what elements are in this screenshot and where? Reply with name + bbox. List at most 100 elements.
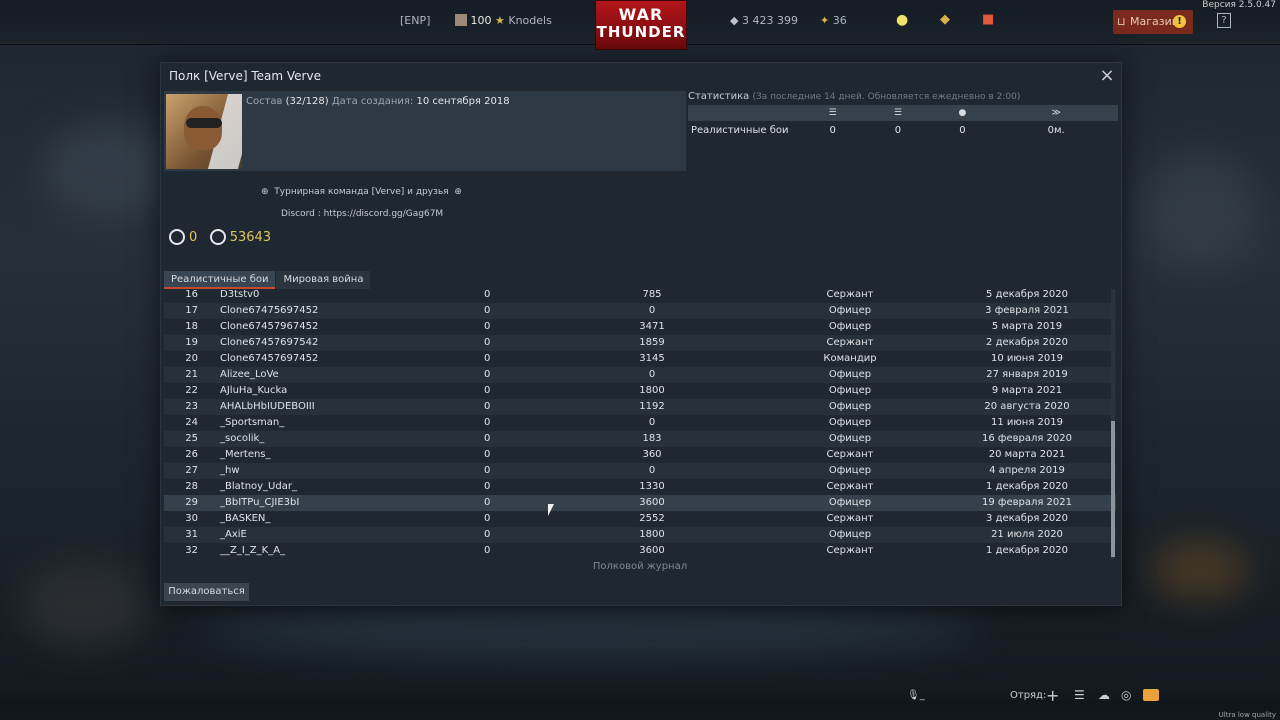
member-points: 0 xyxy=(648,465,656,476)
member-points: 183 xyxy=(642,433,662,444)
table-row[interactable]: 30 _BASKEN_ 0 2552 Сержант 3 декабря 2020 xyxy=(164,511,1116,527)
top-bar: [ENP] 100 ★ Knodels WAR THUNDER ◆ 3 423 … xyxy=(0,0,1280,50)
member-rank: Сержант xyxy=(826,545,874,556)
member-number: 22 xyxy=(185,385,198,396)
alert-icon: ! xyxy=(1173,15,1186,28)
gold-balance[interactable]: ✦ 36 xyxy=(820,14,847,27)
squad-label: Отряд: xyxy=(1010,690,1047,701)
member-list[interactable]: 16 D3tstv0 0 785 Сержант 5 декабря 2020 17 Clon… xyxy=(164,287,1116,559)
table-row[interactable]: 17 Clone67475697452 0 0 Офицер 3 февраля 2021 xyxy=(164,303,1116,319)
member-points: 785 xyxy=(642,289,662,300)
close-button[interactable]: × xyxy=(1099,67,1115,85)
member-number: 26 xyxy=(185,449,198,460)
members-value: (32/128) xyxy=(285,96,329,107)
member-rank: Офицер xyxy=(828,417,872,428)
voice-chat[interactable]: 🎙_ xyxy=(907,690,925,701)
mode-tabs: Реалистичные бои Мировая война xyxy=(164,267,371,289)
member-name: Alizee_LoVe xyxy=(220,369,279,380)
table-row[interactable]: 18 Clone67457967452 0 3471 Офицер 5 марта 201… xyxy=(164,319,1116,335)
member-rank: Офицер xyxy=(828,305,872,316)
member-join-date: 20 марта 2021 xyxy=(988,449,1066,460)
coupon-icon[interactable]: ■ xyxy=(982,12,994,27)
table-row[interactable]: 26 _Mertens_ 0 360 Сержант 20 марта 2021 xyxy=(164,447,1116,463)
dialog-title: Полк [Verve] Team Verve xyxy=(169,69,321,83)
table-row[interactable]: 19 Clone67457697542 0 1859 Сержант 2 декабря … xyxy=(164,335,1116,351)
description-line1: ⊕ Турнирная команда [Verve] и друзья ⊕ xyxy=(261,187,462,197)
table-row[interactable]: 21 Alizee_LoVe 0 0 Офицер 27 января 2019 xyxy=(164,367,1116,383)
activity-icon xyxy=(209,229,226,245)
mic-label: _ xyxy=(919,690,925,701)
help-button[interactable]: ? xyxy=(1217,13,1231,28)
member-join-date: 5 декабря 2020 xyxy=(986,289,1068,300)
member-number: 16 xyxy=(185,289,198,300)
chat-icon[interactable]: ◎ xyxy=(1121,688,1131,702)
avatar-icon xyxy=(455,14,467,26)
star-icon: ★ xyxy=(495,14,505,27)
statistics-table: ☰ ☰ ● ≫ Реалистичные бои 0 0 0 0м. xyxy=(688,105,1118,139)
member-rank: Сержант xyxy=(826,449,874,460)
table-row[interactable]: 20 Clone67457697452 0 3145 Командир 10 июня 2… xyxy=(164,351,1116,367)
member-number: 30 xyxy=(185,513,198,524)
statistics-note: (За последние 14 дней. Обновляется ежедн… xyxy=(752,92,1021,102)
created-value: 10 сентября 2018 xyxy=(416,96,510,107)
member-name: _AxiE xyxy=(220,529,247,540)
player-profile[interactable]: 100 ★ Knodels xyxy=(455,14,552,27)
scrollbar[interactable] xyxy=(1111,289,1115,559)
logo-line2: THUNDER xyxy=(596,23,686,41)
statistics-panel: Статистика (За последние 14 дней. Обновл… xyxy=(688,91,1118,139)
member-activity: 0 xyxy=(484,305,491,316)
member-points: 3145 xyxy=(639,353,665,364)
member-rank: Офицер xyxy=(828,529,872,540)
contacts-icon[interactable]: ☁ xyxy=(1098,688,1110,702)
member-points: 0 xyxy=(648,417,656,428)
member-number: 23 xyxy=(185,401,198,412)
table-row[interactable]: 29 _BbITPu_CJIE3bI 0 3600 Офицер 19 февраля 2… xyxy=(164,495,1116,511)
member-activity: 0 xyxy=(484,369,491,380)
member-number: 27 xyxy=(185,465,198,476)
member-number: 31 xyxy=(185,529,198,540)
regiment-journal-link[interactable]: Полковой журнал xyxy=(161,561,1119,572)
mail-icon[interactable] xyxy=(1143,689,1159,701)
member-points: 1800 xyxy=(639,385,665,396)
list-icon[interactable]: ☰ xyxy=(1074,688,1085,702)
regiment-dialog: Полк [Verve] Team Verve × Состав (32/128… xyxy=(160,62,1122,606)
member-join-date: 27 января 2019 xyxy=(986,369,1068,380)
shop-button[interactable]: ⊔ Магазин ! xyxy=(1113,10,1193,34)
description-line2: Discord : https://discord.gg/Gag67M xyxy=(281,209,444,219)
stats-value: 0м. xyxy=(1047,124,1065,136)
war-thunder-logo[interactable]: WAR THUNDER xyxy=(595,0,687,50)
table-row[interactable]: 27 _hw 0 0 Офицер 4 апреля 2019 xyxy=(164,463,1116,479)
table-row[interactable]: 31 _AxiE 0 1800 Офицер 21 июля 2020 xyxy=(164,527,1116,543)
table-row[interactable]: 16 D3tstv0 0 785 Сержант 5 декабря 2020 xyxy=(164,287,1116,303)
table-row[interactable]: 23 AHALbHbIUDEBOIII 0 1192 Офицер 20 августа … xyxy=(164,399,1116,415)
member-join-date: 1 декабря 2020 xyxy=(986,481,1068,492)
add-squad-button[interactable]: + xyxy=(1046,686,1059,705)
hint-bulb-icon[interactable]: ● xyxy=(896,12,908,28)
member-points: 1800 xyxy=(639,529,665,540)
premium-icon[interactable]: ◆ xyxy=(940,12,950,27)
table-row[interactable]: 24 _Sportsman_ 0 0 Офицер 11 июня 2019 xyxy=(164,415,1116,431)
member-activity: 0 xyxy=(484,465,491,476)
member-activity: 0 xyxy=(484,545,491,556)
cart-icon: ⊔ xyxy=(1117,15,1126,28)
member-points: 1859 xyxy=(639,337,665,348)
member-activity: 0 xyxy=(484,337,491,348)
report-button[interactable]: Пожаловаться xyxy=(164,583,249,601)
table-row[interactable]: 22 AJluHa_Kucka 0 1800 Офицер 9 марта 2021 xyxy=(164,383,1116,399)
table-row[interactable]: 25 _socolik_ 0 183 Офицер 16 февраля 2020 xyxy=(164,431,1116,447)
member-join-date: 10 июня 2019 xyxy=(990,353,1063,364)
member-activity: 0 xyxy=(484,353,491,364)
member-number: 25 xyxy=(185,433,198,444)
member-join-date: 3 февраля 2021 xyxy=(985,305,1069,316)
member-activity: 0 xyxy=(484,321,491,332)
member-name: _BASKEN_ xyxy=(220,513,271,524)
player-level: 100 xyxy=(470,14,492,27)
member-rank: Офицер xyxy=(828,465,872,476)
table-row[interactable]: 28 _Blatnoy_Udar_ 0 1330 Сержант 1 декабря 20… xyxy=(164,479,1116,495)
stats-value: 0 xyxy=(959,124,966,136)
member-activity: 0 xyxy=(484,513,491,524)
table-row[interactable]: 32 __Z_I_Z_K_A_ 0 3600 Сержант 1 декабря 2020 xyxy=(164,543,1116,559)
logo-line1: WAR xyxy=(618,5,664,24)
silver-balance[interactable]: ◆ 3 423 399 xyxy=(730,14,798,27)
scroll-thumb[interactable] xyxy=(1111,421,1115,557)
